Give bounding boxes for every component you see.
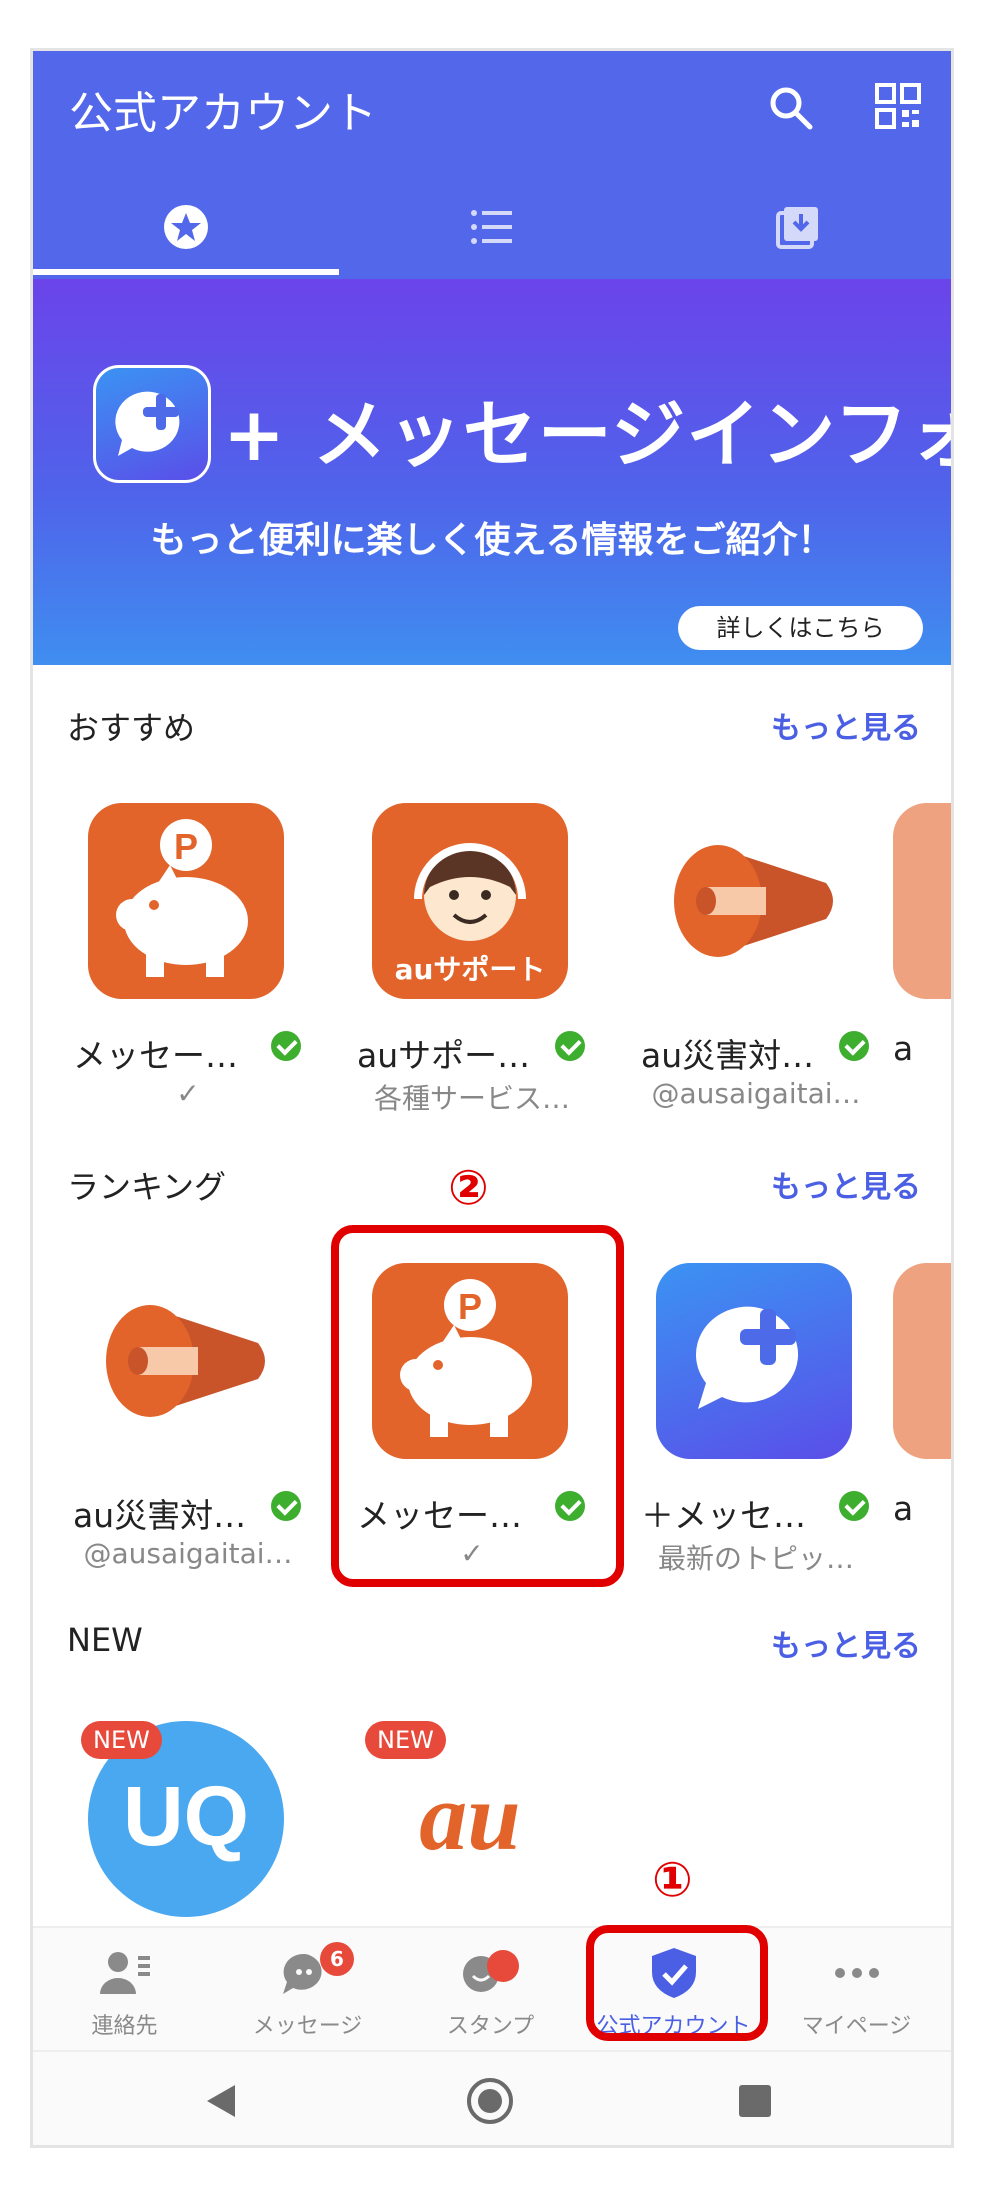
bottom-nav: 連絡先 6 メッセージ スタンプ 公式アカウント マイページ (33, 1926, 951, 2050)
highlight-box-nav (586, 1925, 768, 2041)
nav-contacts[interactable]: 連絡先 (33, 1928, 216, 2052)
new-badge: NEW (81, 1721, 162, 1759)
contacts-icon (99, 1952, 150, 1994)
megaphone-icon (656, 803, 852, 999)
au-logo-text: au (419, 1763, 520, 1870)
au-support-logo-text: auサポート (395, 953, 546, 986)
unread-badge: 6 (320, 1942, 354, 1976)
card-sub: 各種サービス… (373, 1082, 570, 1115)
card-sub: @ausaigaitai… (651, 1077, 861, 1110)
card-name: au災害対… (73, 1496, 247, 1535)
more-link-recommended[interactable]: もっと見る (771, 703, 921, 747)
nav-mypage[interactable]: マイページ (765, 1928, 948, 2052)
promo-banner[interactable]: + メッセージインフォ もっと便利に楽しく使える情報をご紹介！ 詳しくはこちら (33, 279, 951, 665)
card-name: メッセー… (73, 1036, 238, 1075)
account-card[interactable]: a (885, 1263, 951, 1593)
nav-label: マイページ (801, 2014, 912, 2039)
phone-screen: 公式アカウント + メッセージインフォ もっと便利に楽しく使える情報をご紹介！ … (30, 48, 954, 2148)
card-name: a (893, 1489, 914, 1528)
system-nav-bar (33, 2050, 951, 2145)
star-icon (164, 205, 208, 249)
verified-icon (839, 1491, 869, 1521)
card-name: au災害対… (641, 1036, 815, 1075)
verified-icon (555, 1031, 585, 1061)
piggy-bank-icon: P (88, 803, 284, 999)
au-support-icon: auサポート (372, 803, 568, 999)
nav-label: スタンプ (446, 2014, 535, 2039)
more-icon (834, 1968, 879, 1978)
tab-featured[interactable] (33, 185, 339, 279)
tab-indicator (33, 269, 339, 275)
verified-icon (271, 1031, 301, 1061)
card-name: auサポー… (357, 1036, 531, 1075)
tab-saved[interactable] (645, 185, 951, 279)
card-sub: @ausaigaitai… (83, 1537, 293, 1570)
more-link-new[interactable]: もっと見る (771, 1621, 921, 1665)
card-name: a (893, 1029, 914, 1068)
stamp-icon (462, 1950, 519, 1992)
nav-messages[interactable]: 6 メッセージ (216, 1928, 399, 2052)
nav-label: 連絡先 (91, 2014, 158, 2039)
annotation-marker-2: ② (448, 1160, 489, 1216)
card-sub: 最新のトピッ… (657, 1542, 854, 1575)
card-name: ＋メッセ… (641, 1496, 806, 1535)
verified-icon (839, 1031, 869, 1061)
section-title-new: NEW (67, 1621, 143, 1659)
verified-icon (271, 1491, 301, 1521)
plus-message-icon (93, 365, 211, 483)
nav-stamps[interactable]: スタンプ (399, 1928, 582, 2052)
account-card[interactable]: a (885, 803, 951, 1133)
account-card[interactable]: ＋メッセ… 最新のトピッ… (601, 1263, 871, 1593)
banner-details-button[interactable]: 詳しくはこちら (678, 606, 923, 650)
account-card[interactable]: au災害対… @ausaigaitai… (601, 803, 871, 1133)
more-link-ranking[interactable]: もっと見る (771, 1162, 921, 1206)
account-card[interactable]: au NEW (317, 1721, 587, 1926)
uq-logo-text: UQ (123, 1769, 249, 1863)
section-title-recommended: おすすめ (67, 709, 196, 747)
section-title-ranking: ランキング (67, 1168, 227, 1206)
tab-list[interactable] (339, 185, 645, 279)
svg-text:P: P (174, 826, 198, 867)
account-card[interactable]: P メッセー… ✓ (33, 803, 303, 1133)
partial-icon (893, 1263, 951, 1459)
back-icon[interactable] (201, 2081, 241, 2121)
home-icon[interactable] (466, 2077, 514, 2125)
app-bar: 公式アカウント (33, 51, 951, 279)
nav-label: メッセージ (252, 2014, 363, 2039)
banner-title: + メッセージインフォ (223, 392, 954, 478)
qr-code-icon[interactable] (875, 83, 921, 129)
plus-message-icon (656, 1263, 852, 1459)
annotation-marker-1: ① (652, 1852, 693, 1908)
list-icon (471, 210, 512, 244)
new-badge: NEW (365, 1721, 446, 1759)
card-sub: ✓ (176, 1077, 200, 1110)
recents-icon[interactable] (737, 2083, 773, 2119)
banner-subtitle: もっと便利に楽しく使える情報をご紹介！ (150, 520, 834, 561)
download-icon (776, 207, 818, 249)
search-icon[interactable] (766, 83, 816, 133)
megaphone-icon (88, 1263, 284, 1459)
account-card[interactable]: au災害対… @ausaigaitai… (33, 1263, 303, 1593)
partial-icon (893, 803, 951, 999)
account-card[interactable]: auサポート auサポー… 各種サービス… (317, 803, 587, 1133)
highlight-box-card (331, 1225, 624, 1587)
page-title: 公式アカウント (69, 88, 377, 139)
account-card[interactable]: UQ NEW (33, 1721, 303, 1926)
